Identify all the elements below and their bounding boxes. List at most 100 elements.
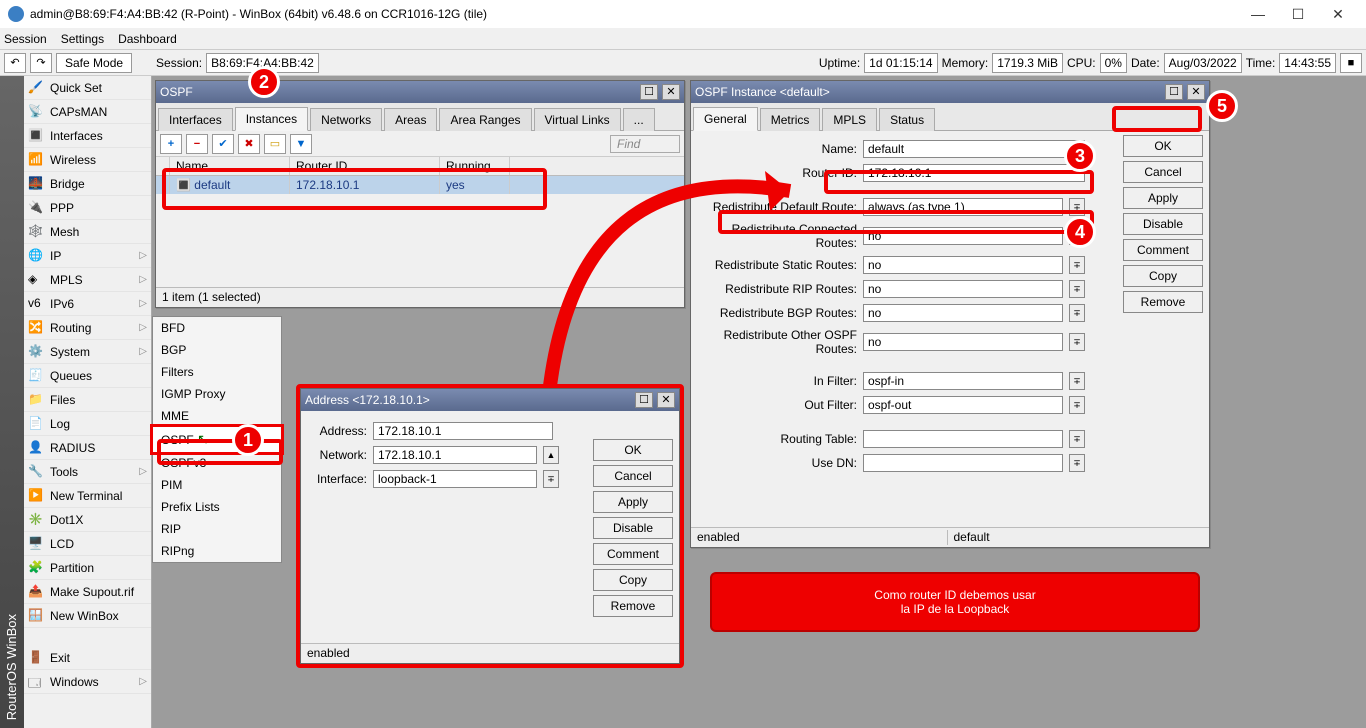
safe-mode-button[interactable]: Safe Mode bbox=[56, 53, 132, 73]
inst-disable-button[interactable]: Disable bbox=[1123, 213, 1203, 235]
inst-ok-button[interactable]: OK bbox=[1123, 135, 1203, 157]
menu-settings[interactable]: Settings bbox=[61, 32, 104, 46]
sidebar-item-exit[interactable]: 🚪Exit bbox=[24, 646, 151, 670]
dropdown-icon[interactable]: ∓ bbox=[1069, 304, 1085, 322]
dropdown-icon[interactable]: ∓ bbox=[1069, 372, 1085, 390]
sidebar-item-quick-set[interactable]: 🖌️Quick Set bbox=[24, 76, 151, 100]
sidebar-item-system[interactable]: ⚙️System▷ bbox=[24, 340, 151, 364]
addr-cancel-button[interactable]: Cancel bbox=[593, 465, 673, 487]
inst-copy-button[interactable]: Copy bbox=[1123, 265, 1203, 287]
inst-close-icon[interactable]: ✕ bbox=[1187, 84, 1205, 100]
inst-apply-button[interactable]: Apply bbox=[1123, 187, 1203, 209]
submenu-item-bfd[interactable]: BFD bbox=[153, 317, 281, 339]
ospf-tab-virtual links[interactable]: Virtual Links bbox=[534, 108, 621, 131]
col-running[interactable]: Running bbox=[440, 157, 510, 175]
inst-comment-button[interactable]: Comment bbox=[1123, 239, 1203, 261]
sidebar-item-lcd[interactable]: 🖥️LCD bbox=[24, 532, 151, 556]
sidebar-item-new-terminal[interactable]: ▶️New Terminal bbox=[24, 484, 151, 508]
sidebar-item-mesh[interactable]: 🕸️Mesh bbox=[24, 220, 151, 244]
submenu-item-filters[interactable]: Filters bbox=[153, 361, 281, 383]
submenu-item-pim[interactable]: PIM bbox=[153, 474, 281, 496]
addr-ok-button[interactable]: OK bbox=[593, 439, 673, 461]
inst-routing-table-input[interactable] bbox=[863, 430, 1063, 448]
dropdown-icon[interactable]: ∓ bbox=[543, 470, 559, 488]
col-router-id[interactable]: Router ID bbox=[290, 157, 440, 175]
dropdown-icon[interactable]: ∓ bbox=[1069, 396, 1085, 414]
addr-network-input[interactable]: 172.18.10.1 bbox=[373, 446, 537, 464]
inst-usedn-input[interactable] bbox=[863, 454, 1063, 472]
ospf-tab-interfaces[interactable]: Interfaces bbox=[158, 108, 233, 131]
filter-button[interactable]: ▼ bbox=[290, 134, 312, 154]
up-arrow-icon[interactable]: ▲ bbox=[543, 446, 559, 464]
addr-address-input[interactable]: 172.18.10.1 bbox=[373, 422, 553, 440]
sidebar-item-log[interactable]: 📄Log bbox=[24, 412, 151, 436]
dropdown-icon[interactable]: ∓ bbox=[1069, 333, 1085, 351]
instance-tab-metrics[interactable]: Metrics bbox=[760, 108, 821, 131]
instance-window-header[interactable]: OSPF Instance <default> ☐ ✕ bbox=[691, 81, 1209, 103]
enable-button[interactable]: ✔ bbox=[212, 134, 234, 154]
instance-tab-status[interactable]: Status bbox=[879, 108, 935, 131]
sidebar-item-ppp[interactable]: 🔌PPP bbox=[24, 196, 151, 220]
inst-remove-button[interactable]: Remove bbox=[1123, 291, 1203, 313]
inst-redist-other-input[interactable]: no bbox=[863, 333, 1063, 351]
sidebar-item-windows[interactable]: 🗔Windows▷ bbox=[24, 670, 151, 694]
undo-button[interactable]: ↶ bbox=[4, 53, 26, 73]
submenu-item-ospfv3[interactable]: OSPFv3 bbox=[153, 452, 281, 474]
addr-close-icon[interactable]: ✕ bbox=[657, 392, 675, 408]
ospf-min-icon[interactable]: ☐ bbox=[640, 84, 658, 100]
inst-infilter-input[interactable]: ospf-in bbox=[863, 372, 1063, 390]
address-window-header[interactable]: Address <172.18.10.1> ☐ ✕ bbox=[301, 389, 679, 411]
sidebar-item-mpls[interactable]: ◈MPLS▷ bbox=[24, 268, 151, 292]
dropdown-icon[interactable]: ∓ bbox=[1069, 280, 1085, 298]
col-name[interactable]: Name bbox=[170, 157, 290, 175]
addr-remove-button[interactable]: Remove bbox=[593, 595, 673, 617]
inst-redist-rip-input[interactable]: no bbox=[863, 280, 1063, 298]
submenu-item-bgp[interactable]: BGP bbox=[153, 339, 281, 361]
ospf-instance-row[interactable]: 🔳 default 172.18.10.1 yes bbox=[156, 176, 684, 194]
ospf-close-icon[interactable]: ✕ bbox=[662, 84, 680, 100]
menu-session[interactable]: Session bbox=[4, 32, 47, 46]
inst-cancel-button[interactable]: Cancel bbox=[1123, 161, 1203, 183]
inst-redist-conn-input[interactable]: no bbox=[863, 227, 1063, 245]
redo-button[interactable]: ↷ bbox=[30, 53, 52, 73]
addr-apply-button[interactable]: Apply bbox=[593, 491, 673, 513]
inst-name-input[interactable]: default bbox=[863, 140, 1085, 158]
remove-button[interactable]: − bbox=[186, 134, 208, 154]
sidebar-item-routing[interactable]: 🔀Routing▷ bbox=[24, 316, 151, 340]
addr-disable-button[interactable]: Disable bbox=[593, 517, 673, 539]
ospf-tab-networks[interactable]: Networks bbox=[310, 108, 382, 131]
addr-copy-button[interactable]: Copy bbox=[593, 569, 673, 591]
sidebar-item-dot1x[interactable]: ✳️Dot1X bbox=[24, 508, 151, 532]
sidebar-item-wireless[interactable]: 📶Wireless bbox=[24, 148, 151, 172]
inst-min-icon[interactable]: ☐ bbox=[1165, 84, 1183, 100]
inst-redist-default-input[interactable]: always (as type 1) bbox=[863, 198, 1063, 216]
comment-button[interactable]: ▭ bbox=[264, 134, 286, 154]
inst-redist-static-input[interactable]: no bbox=[863, 256, 1063, 274]
minimize-button[interactable]: — bbox=[1238, 6, 1278, 22]
sidebar-item-make-supout.rif[interactable]: 📤Make Supout.rif bbox=[24, 580, 151, 604]
dropdown-icon[interactable]: ∓ bbox=[1069, 256, 1085, 274]
inst-redist-bgp-input[interactable]: no bbox=[863, 304, 1063, 322]
sidebar-item-bridge[interactable]: 🌉Bridge bbox=[24, 172, 151, 196]
submenu-item-igmp-proxy[interactable]: IGMP Proxy bbox=[153, 383, 281, 405]
instance-tab-mpls[interactable]: MPLS bbox=[822, 108, 877, 131]
sidebar-item-capsman[interactable]: 📡CAPsMAN bbox=[24, 100, 151, 124]
sidebar-item-interfaces[interactable]: 🔳Interfaces bbox=[24, 124, 151, 148]
sidebar-item-ipv6[interactable]: v6IPv6▷ bbox=[24, 292, 151, 316]
dropdown-icon[interactable]: ∓ bbox=[1069, 430, 1085, 448]
find-input[interactable]: Find bbox=[610, 135, 680, 153]
ospf-tab-areas[interactable]: Areas bbox=[384, 108, 437, 131]
maximize-button[interactable]: ☐ bbox=[1278, 6, 1318, 23]
submenu-item-ripng[interactable]: RIPng bbox=[153, 540, 281, 562]
ospf-window-header[interactable]: OSPF ☐ ✕ bbox=[156, 81, 684, 103]
dropdown-icon[interactable]: ∓ bbox=[1069, 198, 1085, 216]
addr-comment-button[interactable]: Comment bbox=[593, 543, 673, 565]
addr-min-icon[interactable]: ☐ bbox=[635, 392, 653, 408]
ospf-tab-instances[interactable]: Instances bbox=[235, 107, 308, 131]
sidebar-item-tools[interactable]: 🔧Tools▷ bbox=[24, 460, 151, 484]
submenu-item-mme[interactable]: MME bbox=[153, 405, 281, 427]
menu-dashboard[interactable]: Dashboard bbox=[118, 32, 177, 46]
hide-button[interactable]: ■ bbox=[1340, 53, 1362, 73]
add-button[interactable]: + bbox=[160, 134, 182, 154]
sidebar-item-partition[interactable]: 🧩Partition bbox=[24, 556, 151, 580]
